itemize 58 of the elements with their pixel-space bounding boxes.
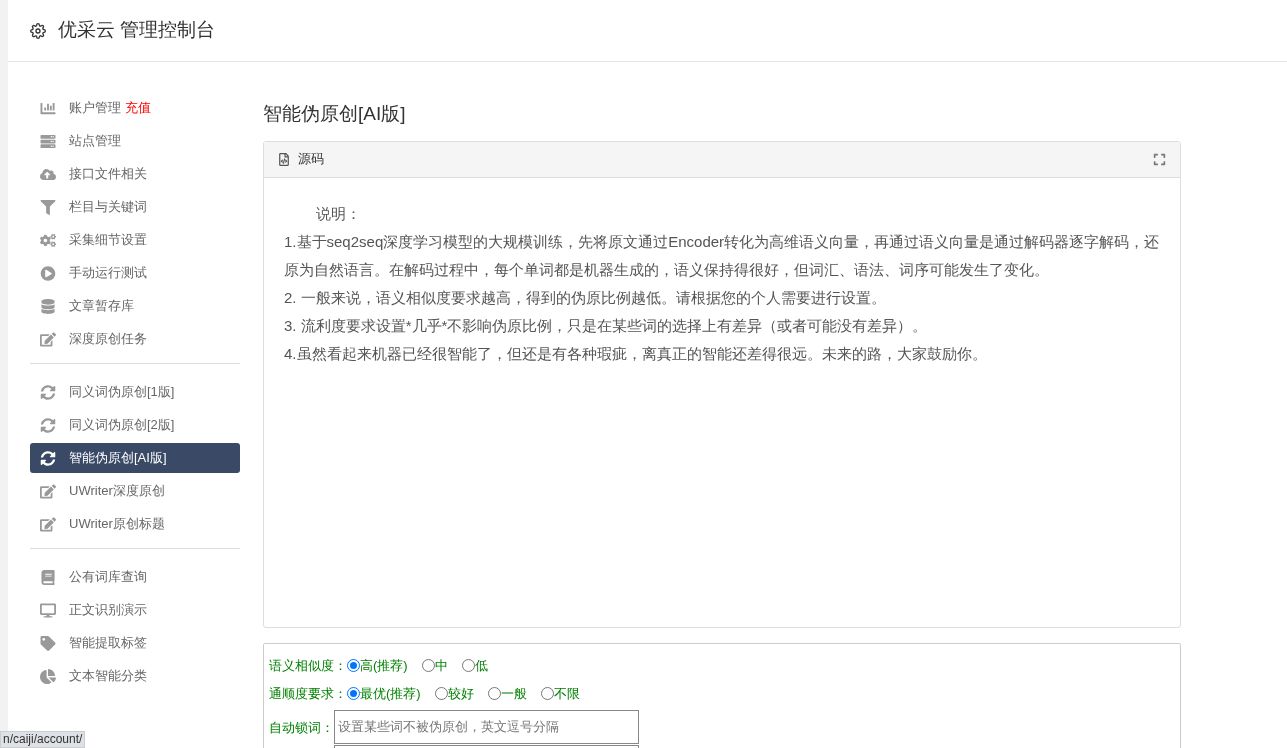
radio-option[interactable]: 低 bbox=[461, 655, 488, 676]
monitor-icon bbox=[40, 602, 56, 618]
option-label: 自动锁词： bbox=[269, 718, 334, 737]
sidebar-item[interactable]: 智能伪原创[AI版] bbox=[30, 443, 240, 473]
sidebar-item[interactable]: 公有词库查询 bbox=[30, 562, 240, 592]
sidebar-item[interactable]: 同义词伪原创[2版] bbox=[30, 410, 240, 440]
sidebar-item[interactable]: 文章暂存库 bbox=[30, 291, 240, 321]
edit-icon bbox=[40, 516, 56, 532]
radio-option[interactable]: 一般 bbox=[487, 683, 527, 704]
radio-option[interactable]: 最优(推荐) bbox=[347, 683, 421, 704]
recharge-link[interactable]: 充值 bbox=[125, 98, 151, 118]
code-file-icon bbox=[278, 152, 290, 166]
refresh-icon bbox=[40, 384, 56, 400]
sidebar-item[interactable]: 正文识别演示 bbox=[30, 595, 240, 625]
book-icon bbox=[40, 569, 56, 585]
filter-icon bbox=[40, 199, 56, 215]
sidebar-item[interactable]: 手动运行测试 bbox=[30, 258, 240, 288]
sidebar-item[interactable]: 文本智能分类 bbox=[30, 661, 240, 691]
settings-icon bbox=[30, 22, 46, 39]
status-url: n/caiji/account/ bbox=[0, 731, 86, 748]
sidebar-item[interactable]: UWriter深度原创 bbox=[30, 476, 240, 506]
sidebar-item[interactable]: 深度原创任务 bbox=[30, 324, 240, 354]
description-text: 1.基于seq2seq深度学习模型的大规模训练，先将原文通过Encoder转化为高维语义向量，再通过语义向量是通过解码器逐字解码，还原为自然语言。在解码过程中，每个单词都是机器生成的，语义保持得很好，但词汇、语法、词序可能发生了变化。 bbox=[284, 231, 1160, 280]
description-text: 说明： bbox=[315, 203, 362, 224]
tag-icon bbox=[40, 635, 56, 651]
sidebar-item[interactable]: 采集细节设置 bbox=[30, 225, 240, 255]
radio-option[interactable]: 不限 bbox=[540, 683, 580, 704]
sidebar-item[interactable]: 账户管理 充值 bbox=[30, 93, 240, 123]
sidebar-item[interactable]: 栏目与关键词 bbox=[30, 192, 240, 222]
fullscreen-icon[interactable] bbox=[1153, 152, 1166, 166]
description-text: 2. 一般来说，语义相似度要求越高，得到的伪原比例越低。请根据您的个人需要进行设置。 bbox=[284, 287, 887, 308]
option-label: 语义相似度： bbox=[269, 656, 347, 675]
source-tab[interactable]: 源码 bbox=[298, 149, 324, 169]
refresh-icon bbox=[40, 450, 56, 466]
refresh-icon bbox=[40, 417, 56, 433]
header-title: 优采云 管理控制台 bbox=[58, 18, 216, 43]
cloud-upload-icon bbox=[40, 166, 56, 182]
radio-option[interactable]: 高(推荐) bbox=[347, 655, 408, 676]
radio-option[interactable]: 较好 bbox=[434, 683, 474, 704]
database-icon bbox=[40, 298, 56, 314]
option-label: 通顺度要求： bbox=[269, 684, 347, 703]
description-text: 4.虽然看起来机器已经很智能了，但还是有各种瑕疵，离真正的智能还差得很远。未来的路，大家鼓励你。 bbox=[284, 343, 988, 364]
play-icon bbox=[40, 265, 56, 281]
sidebar-item[interactable]: 智能提取标签 bbox=[30, 628, 240, 658]
sidebar-item[interactable]: UWriter原创标题 bbox=[30, 509, 240, 539]
radio-option[interactable]: 中 bbox=[421, 655, 448, 676]
sidebar-item[interactable]: 接口文件相关 bbox=[30, 159, 240, 189]
edit-icon bbox=[40, 331, 56, 347]
pie-chart-icon bbox=[40, 668, 56, 684]
bar-chart-icon bbox=[40, 100, 56, 116]
description-text: 3. 流利度要求设置*几乎*不影响伪原比例，只是在某些词的选择上有差异（或者可能没有差异）。 bbox=[284, 315, 929, 336]
sidebar-item[interactable]: 站点管理 bbox=[30, 126, 240, 156]
edit-icon bbox=[40, 483, 56, 499]
page-title: 智能伪原创[AI版] bbox=[263, 102, 407, 126]
gears-icon bbox=[40, 232, 56, 248]
server-icon bbox=[40, 133, 56, 149]
sidebar-item[interactable]: 同义词伪原创[1版] bbox=[30, 377, 240, 407]
input-field[interactable]: 设置某些词不被伪原创，英文逗号分隔 bbox=[334, 709, 639, 744]
